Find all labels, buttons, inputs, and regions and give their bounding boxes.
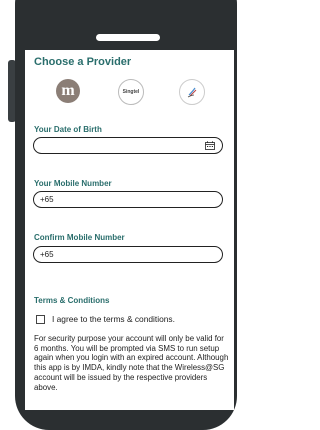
provider-singtel-button[interactable]: Singtel: [118, 79, 144, 105]
confirm-mobile-label: Confirm Mobile Number: [34, 233, 125, 242]
m1-logo-icon: m: [61, 82, 75, 99]
account-validity-notice: For security purpose your account will o…: [34, 334, 229, 392]
dob-label: Your Date of Birth: [34, 125, 102, 134]
terms-heading: Terms & Conditions: [34, 296, 110, 305]
calendar-icon[interactable]: [205, 141, 215, 150]
mobile-number-field[interactable]: +65: [33, 191, 223, 208]
terms-checkbox-label[interactable]: I agree to the terms & conditions.: [52, 314, 175, 324]
confirm-mobile-number-field[interactable]: +65: [33, 246, 223, 263]
app-screen: Choose a Provider m Singtel Your Date of…: [25, 50, 234, 410]
provider-m1-button[interactable]: m: [56, 79, 80, 103]
page-title: Choose a Provider: [34, 56, 132, 68]
dob-field[interactable]: [33, 137, 223, 154]
mobile-label: Your Mobile Number: [34, 179, 112, 188]
speaker-slot: [96, 34, 160, 41]
terms-checkbox[interactable]: [36, 315, 45, 324]
starhub-logo-icon: [187, 87, 197, 98]
phone-frame: Choose a Provider m Singtel Your Date of…: [0, 0, 249, 430]
confirm-mobile-number-value: +65: [40, 250, 54, 259]
singtel-logo-icon: Singtel: [122, 89, 140, 95]
mobile-number-value: +65: [40, 195, 54, 204]
provider-starhub-button[interactable]: [179, 79, 205, 105]
